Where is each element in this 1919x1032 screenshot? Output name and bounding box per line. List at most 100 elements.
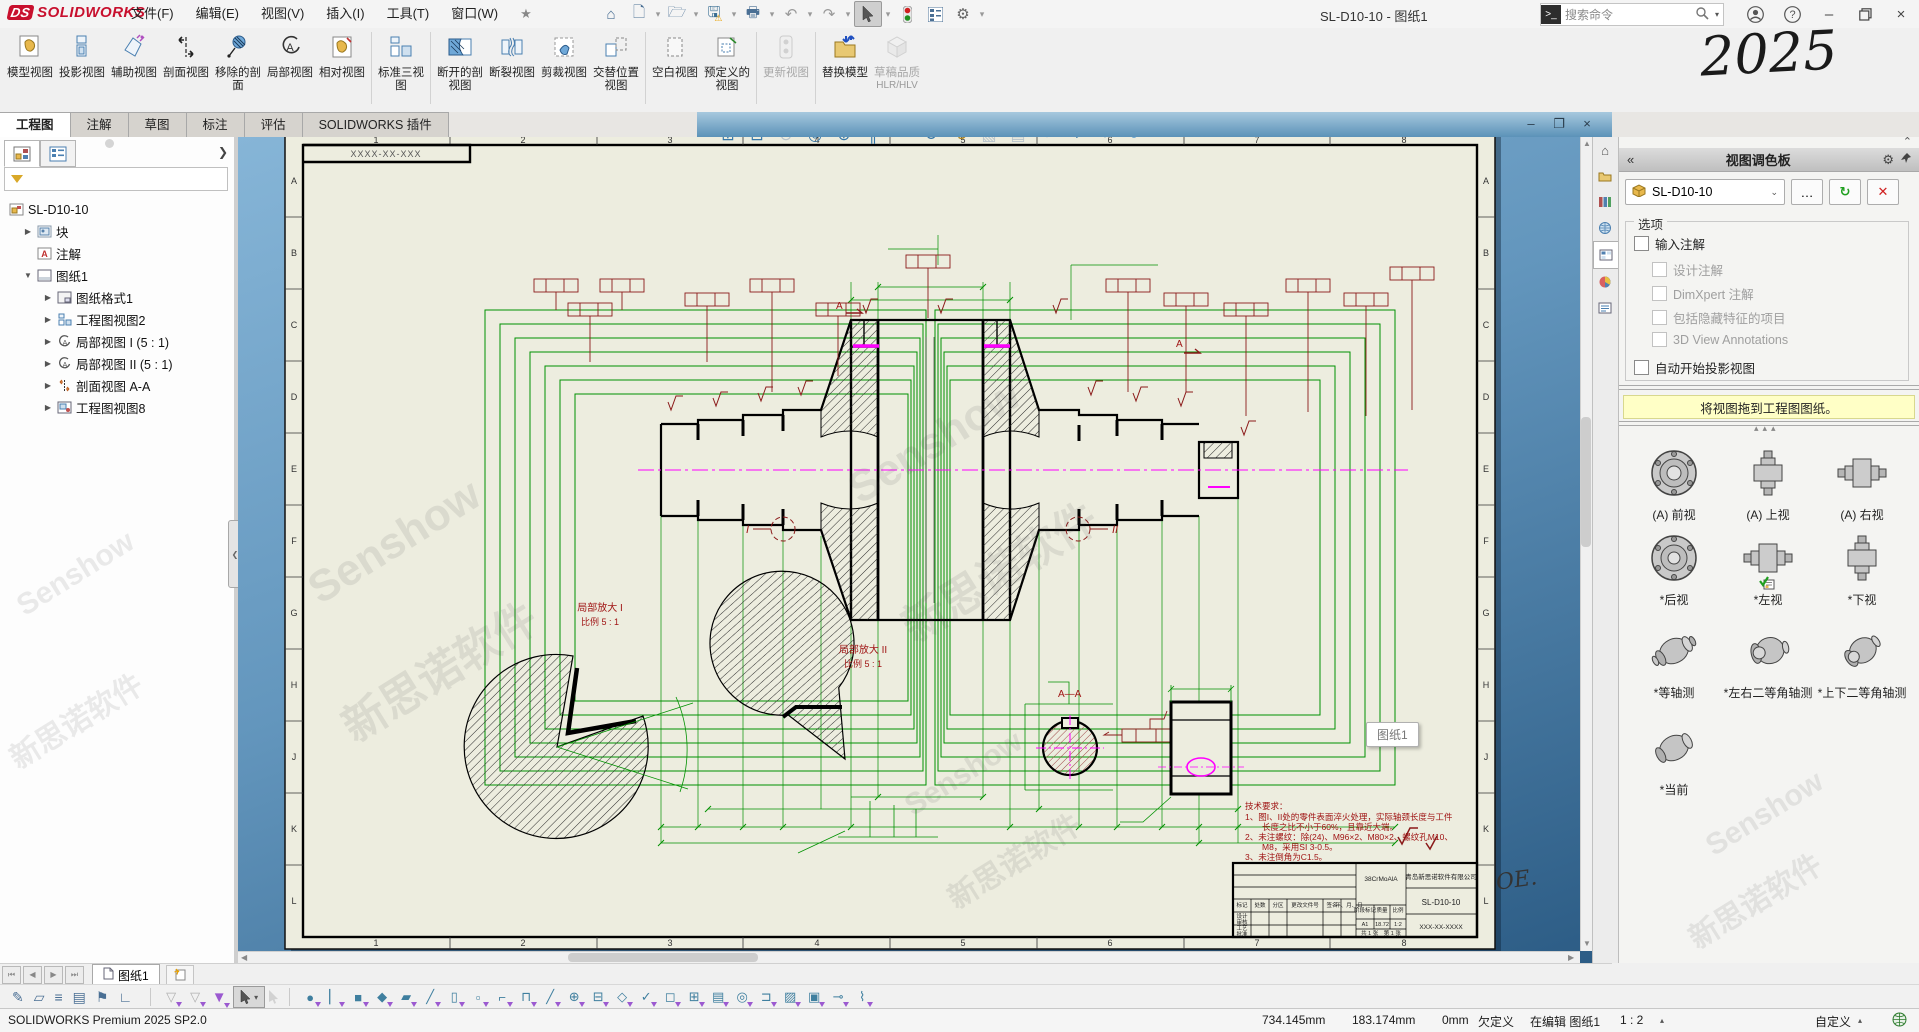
menu-tools[interactable]: 工具(T) — [376, 0, 441, 28]
units-dropdown-icon[interactable]: ▴ — [1858, 1016, 1862, 1025]
zoom-area-icon[interactable]: ⊡ — [746, 137, 768, 145]
undo-icon[interactable]: ↶ — [778, 2, 804, 26]
expand-icon[interactable]: ▶ — [42, 381, 54, 390]
collapse-icon[interactable]: ▼ — [22, 271, 34, 280]
tree-item-sheet1[interactable]: ▼图纸1 — [22, 265, 88, 286]
doc-restore-icon[interactable]: ❐ — [1546, 114, 1572, 134]
scroll-left-icon[interactable]: ◀ — [241, 953, 247, 962]
tab-drawing[interactable]: 工程图 — [0, 112, 71, 137]
scroll-right-icon[interactable]: ▶ — [1568, 953, 1574, 962]
tree-filter-input[interactable] — [4, 167, 228, 191]
pin-icon[interactable]: ★ — [509, 0, 543, 28]
filter-connector-icon[interactable]: ⊸ — [826, 989, 850, 1005]
dropdown-icon[interactable]: ▾ — [978, 9, 986, 20]
removed-section-button[interactable]: 移除的剖面 — [212, 30, 264, 110]
crop-view-button[interactable]: 剪裁视图 — [538, 30, 590, 110]
tab-annotation[interactable]: 注解 — [70, 112, 129, 137]
tab-sketch[interactable]: 草图 — [128, 112, 187, 137]
filter-datum-icon[interactable]: ⊐ — [754, 989, 778, 1005]
expand-icon[interactable]: ▶ — [42, 337, 54, 346]
prev-sheet-icon[interactable]: ◀ — [23, 966, 42, 984]
menu-window[interactable]: 窗口(W) — [440, 0, 509, 28]
filter-sketch-segment-icon[interactable]: ⊓ — [514, 989, 538, 1005]
menu-view[interactable]: 视图(V) — [250, 0, 315, 28]
dropdown-icon[interactable]: ▾ — [884, 9, 892, 20]
property-manager-tab[interactable] — [40, 140, 76, 167]
filter-route-icon[interactable]: ⌇ — [850, 989, 874, 1005]
checkbox-import-annotations[interactable]: 输入注解 — [1634, 234, 1705, 253]
previous-view-icon[interactable]: ↶ — [891, 137, 913, 145]
replace-model-button[interactable]: 替换模型 — [819, 30, 871, 110]
filter-gtol-icon[interactable]: ⊞ — [682, 989, 706, 1005]
next-sheet-icon[interactable]: ▶ — [44, 966, 63, 984]
filter-stack-icon[interactable]: ▼ — [207, 989, 231, 1006]
view-thumb-front[interactable]: (A) 前视 — [1627, 447, 1721, 522]
model-dropdown[interactable]: SL-D10-10 ⌄ — [1625, 179, 1785, 205]
select-cursor-icon[interactable] — [854, 1, 882, 27]
drawing-viewport[interactable]: ABCDEFGHJKL ABCDEFGHJKL 12345678 1234567… — [238, 137, 1592, 963]
dropdown-icon[interactable]: ▾ — [654, 9, 662, 20]
magnifier-icon[interactable]: ◎ — [804, 137, 826, 145]
tree-item-sheetformat1[interactable]: ▶图纸格式1 — [42, 287, 133, 308]
pin-icon[interactable] — [1900, 151, 1912, 169]
expand-icon[interactable]: ▶ — [22, 227, 34, 236]
tree-root[interactable]: SL-D10-10 — [6, 199, 88, 220]
search-icon[interactable] — [1696, 7, 1709, 23]
filter-balloon-icon[interactable]: ◎ — [730, 989, 754, 1005]
view-thumb-current[interactable]: *当前 — [1627, 722, 1721, 797]
checkbox[interactable] — [1634, 236, 1649, 251]
dropdown-icon[interactable]: ▾ — [806, 9, 814, 20]
gear-icon[interactable]: ⚙ — [1882, 152, 1894, 168]
filter-block-icon[interactable]: ▣ — [802, 989, 826, 1005]
scroll-up-icon[interactable]: ▲ — [1583, 139, 1591, 148]
view-thumb-left[interactable]: *左视 — [1721, 532, 1815, 607]
empty-view-button[interactable]: 空白视图 — [649, 30, 701, 110]
tree-item-blocks[interactable]: ▶块 — [22, 221, 69, 242]
filter-vertices-icon[interactable]: ● — [298, 990, 322, 1005]
file-explorer-tab-icon[interactable] — [1593, 215, 1617, 241]
tree-item-drawingview8[interactable]: ▶工程图视图8 — [42, 397, 145, 418]
menu-edit[interactable]: 编辑(E) — [185, 0, 250, 28]
sheet-tab-active[interactable]: 图纸1 — [92, 964, 160, 985]
gear-icon[interactable]: ⚙ — [950, 2, 976, 26]
collapse-left-icon[interactable]: « — [1627, 152, 1634, 167]
vertical-scrollbar-thumb[interactable] — [1581, 417, 1591, 547]
command-search[interactable]: >_ 搜索命令 ▾ — [1540, 3, 1724, 26]
rebuild-icon[interactable] — [894, 2, 920, 26]
filter-center-mark-icon[interactable]: ⊕ — [562, 989, 586, 1005]
first-sheet-icon[interactable]: ⏮ — [2, 966, 21, 984]
drag-handle-dots[interactable]: ▴▴▴ — [1754, 423, 1780, 434]
filter-solid-icon[interactable]: ▰ — [394, 989, 418, 1005]
filter-surface-icon[interactable]: ◆ — [370, 989, 394, 1005]
doc-minimize-icon[interactable]: – — [1518, 114, 1544, 134]
filter-sketch-icon[interactable]: ⌐ — [490, 990, 514, 1005]
tree-item-drawingview2[interactable]: ▶工程图视图2 — [42, 309, 145, 330]
view-thumb-back[interactable]: *后视 — [1627, 532, 1721, 607]
dropdown-icon[interactable]: ▾ — [844, 9, 852, 20]
search-dropdown-icon[interactable]: ▾ — [1715, 10, 1719, 19]
view-thumb-bottom[interactable]: *下视 — [1815, 532, 1909, 607]
filter-sketch-point-icon[interactable]: ▫ — [466, 990, 490, 1005]
new-document-icon[interactable]: 🗋 — [626, 2, 652, 26]
expand-icon[interactable]: ▶ — [42, 403, 54, 412]
relative-view-button[interactable]: 相对视图 — [316, 30, 368, 110]
sheet-scale[interactable]: 1 : 2 — [1620, 1013, 1643, 1027]
view-thumb-dimetric-tb[interactable]: *上下二等角轴测 — [1815, 625, 1909, 700]
options-list-icon[interactable] — [922, 2, 948, 26]
appearances-tab-icon[interactable] — [1593, 269, 1617, 295]
close-icon[interactable]: × — [1884, 0, 1918, 28]
filter-hatch-icon[interactable]: ▨ — [778, 989, 802, 1005]
broken-out-section-button[interactable]: 断开的剖视图 — [434, 30, 486, 110]
view-palette-tab-icon[interactable] — [1593, 241, 1619, 269]
filter-centerline-icon[interactable]: ⊟ — [586, 989, 610, 1005]
filter-edges-icon[interactable]: ▏ — [322, 989, 346, 1005]
tree-item-detailview1[interactable]: ▶A局部视图 I (5 : 1) — [42, 331, 169, 352]
browse-button[interactable]: … — [1791, 179, 1823, 205]
feature-manager-tab[interactable] — [4, 140, 40, 167]
filter-midpoint-icon[interactable]: ╱ — [538, 989, 562, 1005]
open-icon[interactable]: 🗁 — [664, 2, 690, 26]
menu-file[interactable]: 文件(F) — [120, 0, 185, 28]
filter-dimension-icon[interactable]: ◇ — [610, 989, 634, 1005]
rotate-view-icon[interactable]: ↻ — [920, 137, 942, 145]
save-icon[interactable]: 🖫⚠ — [702, 2, 728, 26]
